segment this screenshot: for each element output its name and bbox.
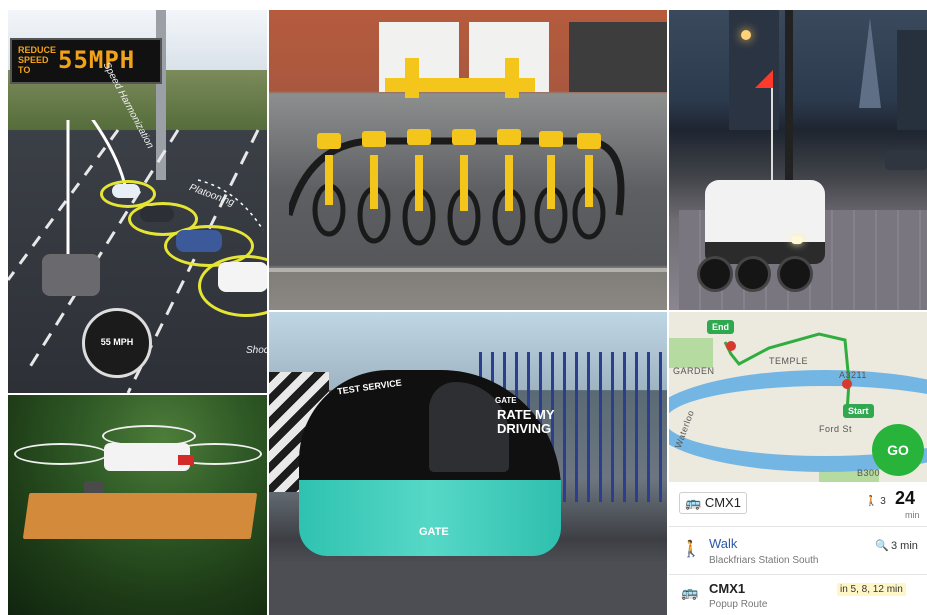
building — [897, 30, 927, 130]
eta-value: 24 — [895, 488, 916, 508]
delivery-robot-image — [669, 10, 927, 310]
map-label-b300: B300 — [857, 468, 881, 478]
walk-step-title: Walk — [709, 536, 738, 551]
map-label-garden: GARDEN — [673, 366, 715, 376]
car — [140, 206, 174, 222]
pod-brand-side: GATE — [419, 526, 449, 538]
pod-side-text-1: RATE MY — [497, 407, 555, 422]
route-chip-label: CMX1 — [704, 495, 741, 510]
route-planner-app: End Start GARDEN TEMPLE Waterloo B300 A3… — [669, 312, 927, 615]
highway-connected-vehicles-image: REDUCE SPEED TO 55MPH Speed Harmonizatio… — [8, 10, 267, 393]
start-marker[interactable]: Start — [843, 404, 874, 418]
robot-wheel — [735, 256, 771, 292]
car — [112, 184, 140, 198]
car — [176, 230, 222, 252]
walking-person-icon: 🚶 — [681, 541, 701, 558]
route-summary-row[interactable]: 🚌 CMX1 🚶 3 24 min — [669, 482, 927, 526]
walk-step-row[interactable]: 🚶 Walk Blackfriars Station South 🔍 3 min — [669, 526, 927, 575]
robot-headlight — [791, 236, 803, 244]
car — [218, 262, 267, 292]
sign-speed-text: 55MPH — [58, 46, 136, 74]
sign-small-text: REDUCE SPEED TO — [18, 45, 57, 75]
zoom-icon[interactable]: 🔍 — [875, 539, 889, 552]
drone-accent — [178, 455, 194, 465]
bus-step-frequency: in 5, 8, 12 min — [837, 583, 906, 596]
route-chip[interactable]: 🚌 CMX1 — [679, 492, 747, 514]
walk-step-subtitle: Blackfriars Station South — [709, 555, 819, 566]
road — [269, 562, 667, 615]
bikes-row — [289, 129, 625, 246]
street-light — [741, 30, 751, 40]
go-button[interactable]: GO — [872, 424, 924, 476]
walking-person-icon: 🚶 — [865, 496, 878, 507]
eta-unit: min — [905, 510, 920, 520]
bus-icon: 🚌 — [681, 584, 699, 600]
walk-step-duration: 3 min — [891, 540, 918, 552]
tower — [859, 18, 881, 108]
storefront — [569, 22, 667, 92]
walk-count-value: 3 — [880, 496, 886, 507]
lamp-post — [785, 10, 793, 190]
map-label-road: Ford St — [819, 424, 853, 434]
map-label-temple: TEMPLE — [769, 356, 809, 366]
robot-wheel — [777, 256, 813, 292]
pod-livery — [299, 480, 561, 556]
shockwave-label: Shoc — [246, 345, 267, 356]
robot-wheel — [697, 256, 733, 292]
rotor — [14, 443, 108, 465]
pod-side-text-2: DRIVING — [497, 421, 552, 436]
map-label-a3211: A3211 — [839, 370, 867, 380]
walk-count: 🚶 3 — [865, 496, 886, 507]
flag-icon — [755, 70, 773, 88]
speedometer-callout: 55 MPH — [82, 308, 152, 378]
variable-speed-sign: REDUCE SPEED TO 55MPH — [10, 38, 162, 84]
parked-car — [885, 150, 927, 170]
car — [42, 254, 100, 296]
map-view[interactable]: End Start GARDEN TEMPLE Waterloo B300 A3… — [669, 312, 927, 482]
bus-step-row[interactable]: 🚌 CMX1 Popup Route in 5, 8, 12 min — [669, 574, 927, 615]
curb — [269, 268, 667, 272]
autonomous-pod-image: TEST SERVICE GATE RATE MY DRIVING GATE — [269, 312, 667, 615]
bus-step-title: CMX1 — [709, 581, 746, 596]
package-box — [22, 493, 258, 539]
delivery-drone-image — [8, 395, 267, 615]
pod-brand-front: GATE — [495, 396, 517, 405]
gauge-speed-text: 55 MPH — [100, 337, 134, 347]
end-marker[interactable]: End — [707, 320, 734, 334]
bus-step-subtitle: Popup Route — [709, 599, 768, 610]
bus-icon: 🚌 — [685, 495, 702, 510]
bike-share-image — [269, 10, 667, 310]
